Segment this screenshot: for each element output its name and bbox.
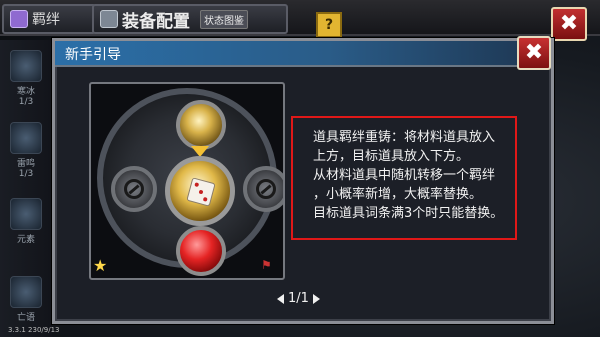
prev-page-icon[interactable]: [277, 293, 284, 304]
dice-icon: [186, 177, 216, 207]
material-slot: [176, 100, 226, 150]
side-item-count: 1/3: [18, 169, 34, 179]
frost-icon: [10, 50, 42, 82]
tab-equip-config[interactable]: 装备配置 状态图鉴: [92, 4, 288, 34]
side-item-label: 亡语: [16, 313, 35, 323]
page-indicator: 1/1: [277, 291, 320, 306]
side-item-deathrattle[interactable]: 亡语: [6, 276, 46, 323]
side-item-label: 寒冰: [16, 87, 35, 97]
dialog-title: 新手引导: [65, 47, 121, 63]
forbidden-icon: [256, 179, 276, 199]
tutorial-dialog: 新手引导 ✖ ★ ⚑ 道具羁绊重铸：将材料道具放入 上方，目标道具放入下方。 从…: [52, 36, 554, 324]
tutorial-text-line: ，小概率新增，大概率替换。: [313, 187, 483, 202]
element-icon: [10, 198, 42, 230]
tutorial-text-line: 道具羁绊重铸：将材料道具放入: [313, 130, 496, 145]
close-panel-button[interactable]: ✖: [551, 7, 587, 41]
side-item-label: 元素: [16, 235, 35, 245]
flag-icon: ⚑: [261, 258, 272, 272]
star-icon: ★: [93, 256, 108, 275]
skull-icon: [10, 276, 42, 308]
forbidden-icon: [124, 179, 144, 199]
tutorial-text-box: 道具羁绊重铸：将材料道具放入 上方，目标道具放入下方。 从材料道具中随机转移一个…: [291, 116, 517, 240]
dialog-header: 新手引导: [55, 41, 551, 67]
tab-bond[interactable]: 羁绊: [2, 4, 96, 34]
page-number: 1/1: [288, 291, 309, 306]
top-bar: 羁绊 装备配置 状态图鉴 ? ✖: [0, 0, 600, 41]
tutorial-text-line: 目标道具词条满3个时只能替换。: [313, 206, 504, 221]
reforge-center: [165, 156, 235, 226]
status-codex-button[interactable]: 状态图鉴: [200, 9, 248, 29]
tutorial-text-line: 从材料道具中随机转移一个羁绊: [313, 168, 496, 183]
locked-slot-right: [243, 166, 283, 212]
side-item-thunder[interactable]: 雷鸣 1/3: [6, 122, 46, 179]
next-page-icon[interactable]: [312, 293, 320, 304]
tab-equip-label: 装备配置: [122, 11, 190, 32]
dialog-close-button[interactable]: ✖: [517, 36, 551, 70]
side-item-count: 1/3: [18, 97, 34, 107]
help-icon[interactable]: ?: [316, 12, 342, 38]
side-item-frost[interactable]: 寒冰 1/3: [6, 50, 46, 107]
thunder-icon: [10, 122, 42, 154]
target-slot: [176, 226, 226, 276]
tab-bond-label: 羁绊: [32, 12, 60, 28]
side-item-label: 雷鸣: [16, 159, 35, 169]
side-item-element[interactable]: 元素: [6, 198, 46, 245]
tutorial-illustration: ★ ⚑: [89, 82, 285, 280]
locked-slot-left: [111, 166, 157, 212]
bond-side-list: 寒冰 1/3 雷鸣 1/3 元素 亡语: [0, 40, 52, 337]
bond-icon: [10, 10, 28, 28]
version-info: 3.3.1 230/9/13: [8, 326, 60, 334]
tutorial-text-line: 上方，目标道具放入下方。: [313, 149, 470, 164]
reforge-wheel: [97, 88, 283, 276]
equipment-icon: [100, 10, 118, 28]
